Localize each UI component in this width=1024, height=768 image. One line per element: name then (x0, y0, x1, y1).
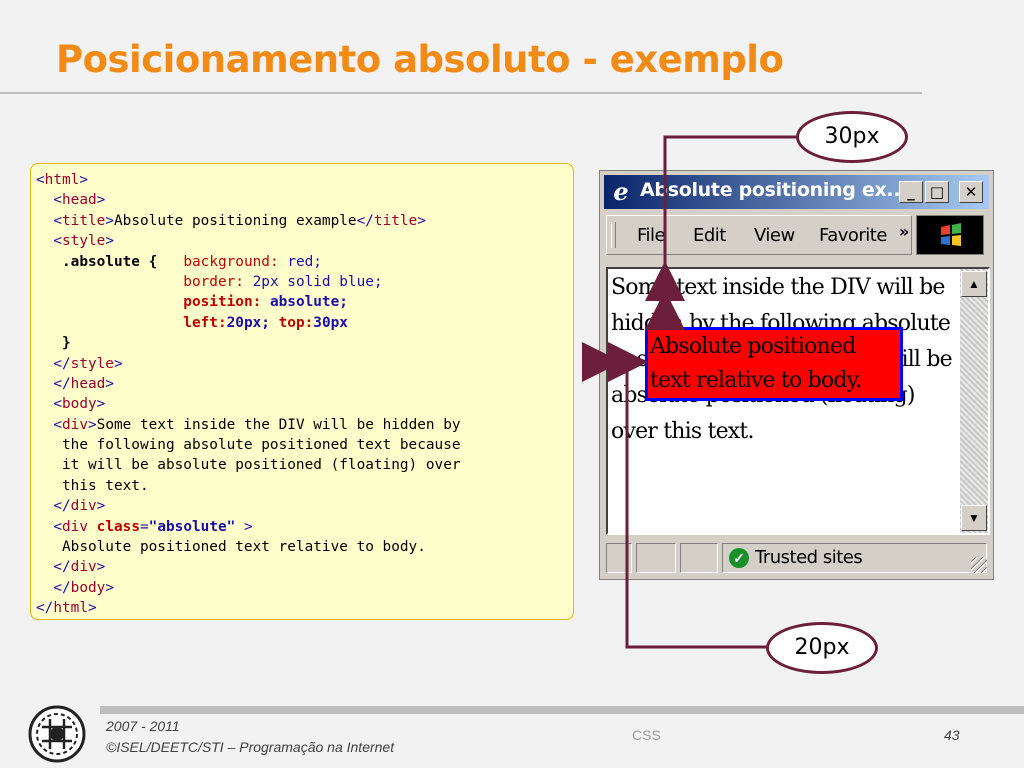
left-offset-leader-line (625, 370, 770, 649)
footer-divider (100, 706, 1024, 714)
page-number: 43 (944, 727, 960, 743)
left-offset-callout: 20px (766, 622, 878, 674)
footer-copyright: ©ISEL/DEETC/STI – Programação na Interne… (106, 739, 395, 755)
isel-logo-icon (28, 705, 86, 763)
footer-topic: CSS (632, 727, 661, 743)
footer-years: 2007 - 2011 (106, 718, 180, 734)
top-offset-leader-line (663, 135, 800, 278)
top-offset-callout: 30px (796, 111, 908, 163)
